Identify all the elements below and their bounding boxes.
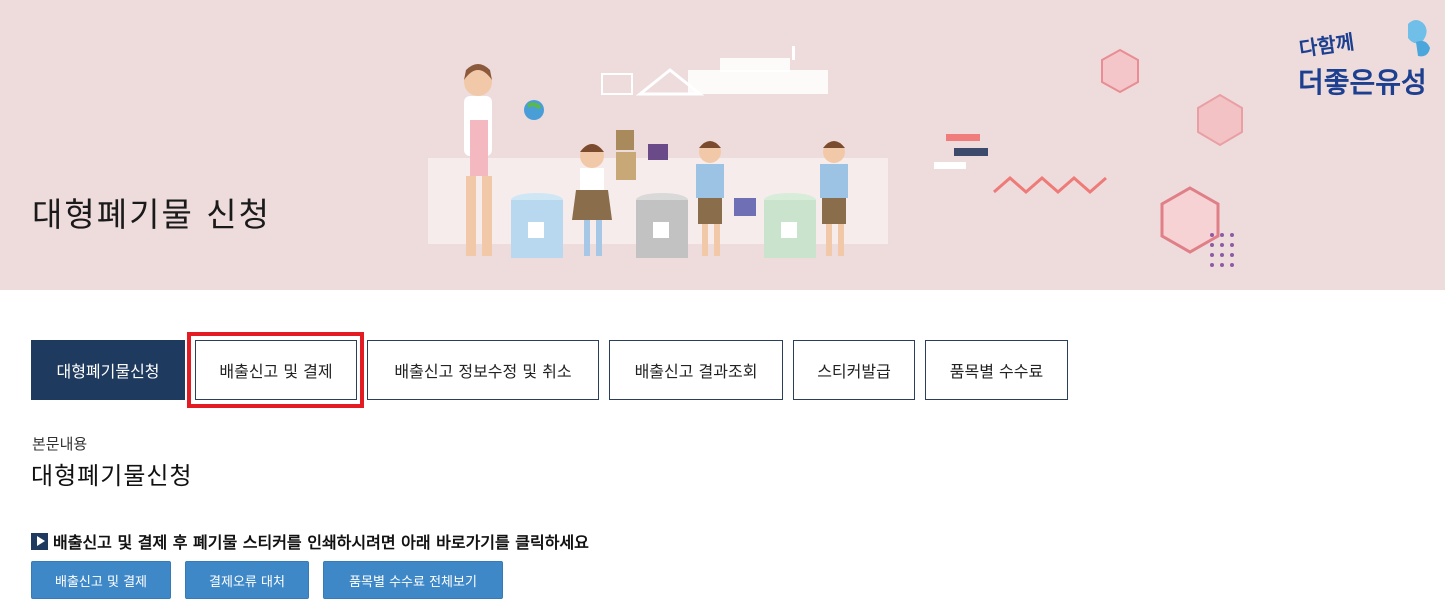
payment-error-help-button[interactable]: 결제오류 대처 bbox=[185, 561, 309, 599]
recycling-illustration bbox=[428, 46, 888, 258]
tab-report-and-payment[interactable]: 배출신고 및 결제 bbox=[195, 340, 357, 400]
yuseong-logo: 다함께 더좋은유성 bbox=[1298, 20, 1430, 99]
tab-fee-by-item[interactable]: 품목별 수수료 bbox=[925, 340, 1068, 400]
tab-sticker-issue[interactable]: 스티커발급 bbox=[793, 340, 915, 400]
decorative-shapes bbox=[934, 48, 1243, 267]
page-title: 대형폐기물신청 bbox=[31, 462, 193, 490]
report-and-payment-button[interactable]: 배출신고 및 결제 bbox=[31, 561, 171, 599]
breadcrumb: 본문내용 bbox=[32, 435, 88, 453]
notice-text: 배출신고 및 결제 후 폐기물 스티커를 인쇄하시려면 아래 바로가기를 클릭하… bbox=[53, 533, 589, 552]
tab-large-waste-application[interactable]: 대형폐기물신청 bbox=[31, 340, 185, 400]
notice-line: 배출신고 및 결제 후 폐기물 스티커를 인쇄하시려면 아래 바로가기를 클릭하… bbox=[31, 529, 589, 553]
tab-edit-cancel[interactable]: 배출신고 정보수정 및 취소 bbox=[367, 340, 599, 400]
svg-text:다함께: 다함께 bbox=[1298, 30, 1356, 61]
svg-text:더좋은유성: 더좋은유성 bbox=[1298, 66, 1427, 99]
view-all-fees-button[interactable]: 품목별 수수료 전체보기 bbox=[323, 561, 503, 599]
banner-title: 대형폐기물 신청 bbox=[32, 195, 272, 234]
play-arrow-icon bbox=[31, 532, 48, 550]
page-banner: 다함께 더좋은유성 대형폐기물 신청 bbox=[0, 0, 1445, 290]
tab-result-lookup[interactable]: 배출신고 결과조회 bbox=[609, 340, 783, 400]
